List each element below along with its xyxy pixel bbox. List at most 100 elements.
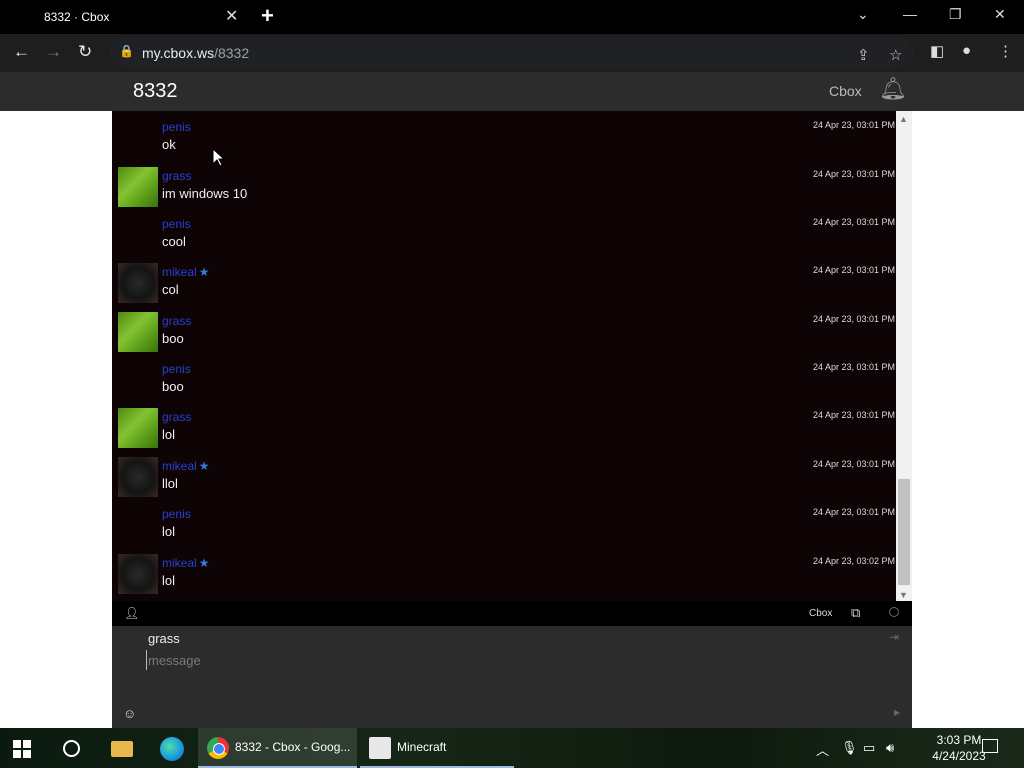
url-text: my.cbox.ws/8332: [142, 45, 250, 61]
message-username[interactable]: penis: [162, 507, 191, 521]
status-circle-icon[interactable]: [889, 607, 899, 617]
message-text: ok: [162, 137, 176, 152]
login-icon[interactable]: ⇥: [889, 630, 899, 644]
notification-icon[interactable]: [982, 739, 998, 753]
message-text: lol: [162, 427, 176, 442]
message-timestamp: 24 Apr 23, 03:01 PM: [812, 459, 895, 469]
window-close-icon[interactable]: ✕: [994, 6, 1006, 23]
toolbar-cbox-link[interactable]: Cbox: [809, 608, 832, 619]
restore-icon[interactable]: ❐: [949, 6, 962, 23]
chat-toolbar: 👤︎ Cbox ⧉: [112, 601, 912, 626]
lock-icon[interactable]: 🔒: [119, 44, 134, 58]
message-username[interactable]: grass: [162, 410, 191, 424]
message-row: penis cool 24 Apr 23, 03:01 PM: [112, 213, 895, 261]
tray-chevron-icon[interactable]: ︿: [816, 740, 829, 759]
message-text: lol: [162, 524, 176, 539]
compose-name[interactable]: grass: [148, 631, 180, 646]
star-icon: ★: [198, 556, 210, 570]
message-text: boo: [162, 379, 184, 394]
message-timestamp: 24 Apr 23, 03:01 PM: [812, 120, 895, 130]
scroll-down-icon[interactable]: ▼: [899, 590, 908, 600]
star-icon: ★: [198, 265, 210, 279]
message-text: llol: [162, 476, 178, 491]
message-username[interactable]: grass: [162, 314, 191, 328]
message-timestamp: 24 Apr 23, 03:01 PM: [812, 169, 895, 179]
forward-icon[interactable]: →: [45, 42, 62, 62]
message-text: cool: [162, 234, 186, 249]
avatar[interactable]: [118, 312, 158, 352]
browser-tabstrip: 8332 · Cbox ✕ + ⌄ — ❐ ✕: [0, 0, 1024, 34]
message-username[interactable]: penis: [162, 120, 191, 134]
message-row: penis ok 24 Apr 23, 03:01 PM: [112, 116, 895, 164]
cbox-brand-link[interactable]: Cbox: [829, 83, 862, 99]
tab-close-icon[interactable]: ✕: [225, 6, 238, 26]
avatar[interactable]: [118, 263, 158, 303]
minimize-icon[interactable]: —: [903, 6, 917, 22]
message-username[interactable]: penis: [162, 217, 191, 231]
message-row: grass boo 24 Apr 23, 03:01 PM: [112, 310, 895, 358]
message-row: grass lol 24 Apr 23, 03:01 PM: [112, 406, 895, 454]
message-text: col: [162, 282, 179, 297]
reload-icon[interactable]: ↻: [78, 42, 92, 62]
avatar[interactable]: [118, 457, 158, 497]
scrollbar-thumb[interactable]: [898, 479, 910, 585]
side-panel-icon[interactable]: ◧: [930, 42, 944, 60]
message-username[interactable]: mikeal ★: [162, 265, 209, 279]
message-timestamp: 24 Apr 23, 03:01 PM: [812, 314, 895, 324]
clock-time: 3:03 PM: [936, 733, 982, 747]
star-icon: ★: [198, 459, 210, 473]
browser-tab[interactable]: 8332 · Cbox ✕: [0, 0, 248, 34]
message-timestamp: 24 Apr 23, 03:02 PM: [812, 556, 895, 566]
tab-search-icon[interactable]: ⌄: [857, 6, 869, 23]
bookmark-star-icon[interactable]: ☆: [889, 46, 902, 64]
message-timestamp: 24 Apr 23, 03:01 PM: [812, 217, 895, 227]
microphone-icon[interactable]: 🎙︎: [841, 740, 858, 756]
chat-scrollbar[interactable]: ▲ ▼: [896, 111, 912, 601]
file-explorer-icon[interactable]: [111, 741, 133, 757]
message-text: boo: [162, 331, 184, 346]
network-icon[interactable]: ▭: [863, 740, 875, 756]
clock-date: 4/24/2023: [932, 749, 986, 763]
page-header: 8332 Cbox 🔔︎: [0, 72, 1024, 111]
menu-icon[interactable]: ⋮: [998, 42, 1013, 60]
address-bar[interactable]: 🔒 my.cbox.ws/8332 ⇪ ☆: [109, 38, 914, 68]
share-icon[interactable]: ⇪: [857, 46, 870, 64]
chat-messages: penis ok 24 Apr 23, 03:01 PM grass im window…: [112, 111, 912, 601]
taskbar-app-minecraft[interactable]: Minecraft: [360, 728, 514, 768]
message-row: penis lol 24 Apr 23, 03:01 PM: [112, 503, 895, 551]
message-text: lol: [162, 573, 176, 588]
message-input[interactable]: [146, 650, 876, 670]
profile-icon[interactable]: ●: [962, 42, 971, 59]
message-row: mikeal ★ llol 24 Apr 23, 03:01 PM: [112, 455, 895, 503]
taskbar-app-label: Minecraft: [397, 740, 447, 754]
message-text: im windows 10: [162, 186, 248, 201]
taskbar-app-label: 8332 - Cbox - Goog...: [235, 740, 351, 754]
taskbar-app-chrome[interactable]: 8332 - Cbox - Goog...: [198, 728, 357, 768]
compose-area: grass ⇥ ☺ ▶: [112, 626, 912, 728]
message-row: mikeal ★ lol 24 Apr 23, 03:02 PM: [112, 552, 895, 600]
avatar[interactable]: [118, 167, 158, 207]
back-icon[interactable]: ←: [13, 42, 30, 62]
avatar[interactable]: [118, 408, 158, 448]
start-windows-icon[interactable]: [13, 740, 31, 758]
new-tab-icon[interactable]: +: [261, 3, 274, 29]
message-username[interactable]: grass: [162, 169, 191, 183]
volume-icon[interactable]: 🔊︎: [886, 740, 894, 756]
box-name: 8332: [133, 80, 178, 102]
message-username[interactable]: mikeal ★: [162, 556, 209, 570]
user-icon[interactable]: 👤︎: [124, 606, 139, 620]
browser-toolbar: ← → ↻ 🔒 my.cbox.ws/8332 ⇪ ☆ ◧ ● ⋮: [0, 34, 1024, 72]
message-row: grass im windows 10 24 Apr 23, 03:01 PM: [112, 165, 895, 213]
taskbar-clock[interactable]: 3:03 PM 4/24/2023: [930, 732, 988, 764]
avatar[interactable]: [118, 554, 158, 594]
popout-icon[interactable]: ⧉: [851, 605, 860, 621]
edge-icon[interactable]: [160, 737, 184, 761]
emoji-icon[interactable]: ☺: [123, 706, 136, 721]
scroll-up-icon[interactable]: ▲: [899, 114, 908, 124]
message-username[interactable]: penis: [162, 362, 191, 376]
search-icon[interactable]: [63, 740, 80, 757]
java-icon: [369, 737, 391, 759]
send-icon[interactable]: ▶: [894, 708, 900, 717]
message-username[interactable]: mikeal ★: [162, 459, 209, 473]
bell-icon[interactable]: 🔔︎: [879, 76, 907, 102]
